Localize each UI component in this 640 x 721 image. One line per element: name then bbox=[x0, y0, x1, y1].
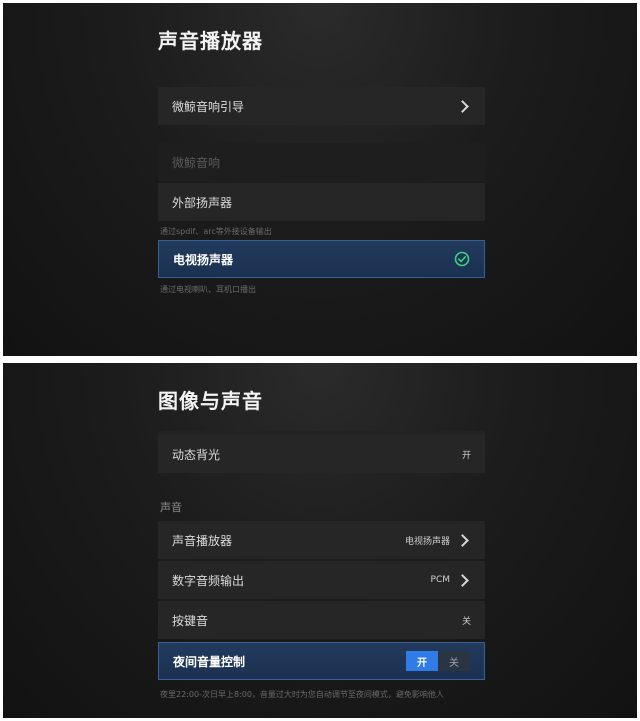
whaley-speaker-guide-item[interactable]: 微鲸音响引导 bbox=[158, 87, 485, 125]
page-title: 声音播放器 bbox=[158, 29, 263, 53]
section-label-sound: 声音 bbox=[160, 501, 182, 514]
night-volume-hint: 夜里22:00-次日早上8:00，音量过大时为您自动调节至夜间模式，避免影响他人 bbox=[160, 690, 444, 699]
digital-audio-output-item[interactable]: 数字音频输出 PCM bbox=[158, 561, 485, 599]
sound-player-label: 声音播放器 bbox=[172, 533, 233, 548]
toggle-off-option[interactable]: 关 bbox=[438, 651, 470, 671]
tv-speaker-hint: 通过电视喇叭、耳机口播出 bbox=[160, 285, 256, 294]
dynamic-backlight-label: 动态背光 bbox=[172, 447, 221, 462]
chevron-right-icon bbox=[456, 99, 469, 113]
picture-and-sound-screen: 图像与声音 动态背光 开 声音 声音播放器 电视扬声器 数字音频输出 PCM 按… bbox=[3, 363, 637, 718]
key-sound-label: 按键音 bbox=[172, 613, 209, 628]
toggle-on-option[interactable]: 开 bbox=[406, 651, 438, 671]
sound-player-item[interactable]: 声音播放器 电视扬声器 bbox=[158, 521, 485, 559]
sound-player-value: 电视扬声器 bbox=[404, 536, 450, 547]
digital-audio-output-label: 数字音频输出 bbox=[172, 573, 245, 588]
key-sound-item[interactable]: 按键音 关 bbox=[158, 601, 485, 639]
night-volume-item[interactable]: 夜间音量控制 开 关 bbox=[158, 642, 485, 680]
night-volume-toggle[interactable]: 开 关 bbox=[406, 651, 470, 671]
whaley-speaker-guide-label: 微鲸音响引导 bbox=[172, 99, 245, 114]
external-speaker-hint: 通过spdif、arc等外接设备输出 bbox=[160, 227, 272, 236]
key-sound-value: 关 bbox=[461, 616, 471, 627]
digital-audio-output-value: PCM bbox=[430, 575, 450, 585]
chevron-right-icon bbox=[456, 533, 469, 547]
check-circle-icon bbox=[454, 251, 470, 267]
page-title: 图像与声音 bbox=[158, 389, 263, 413]
tv-speaker-label: 电视扬声器 bbox=[173, 252, 234, 267]
external-speaker-item[interactable]: 外部扬声器 bbox=[158, 183, 485, 221]
whaley-speaker-item[interactable]: 微鲸音响 bbox=[158, 143, 485, 181]
dynamic-backlight-item[interactable]: 动态背光 开 bbox=[158, 435, 485, 473]
external-speaker-label: 外部扬声器 bbox=[172, 195, 233, 210]
sound-player-screen: 声音播放器 微鲸音响引导 微鲸音响 外部扬声器 通过spdif、arc等外接设备… bbox=[3, 3, 637, 356]
chevron-right-icon bbox=[456, 573, 469, 587]
dynamic-backlight-value: 开 bbox=[461, 450, 471, 461]
night-volume-label: 夜间音量控制 bbox=[173, 654, 246, 669]
whaley-speaker-label: 微鲸音响 bbox=[172, 155, 221, 170]
tv-speaker-item[interactable]: 电视扬声器 bbox=[158, 240, 485, 278]
